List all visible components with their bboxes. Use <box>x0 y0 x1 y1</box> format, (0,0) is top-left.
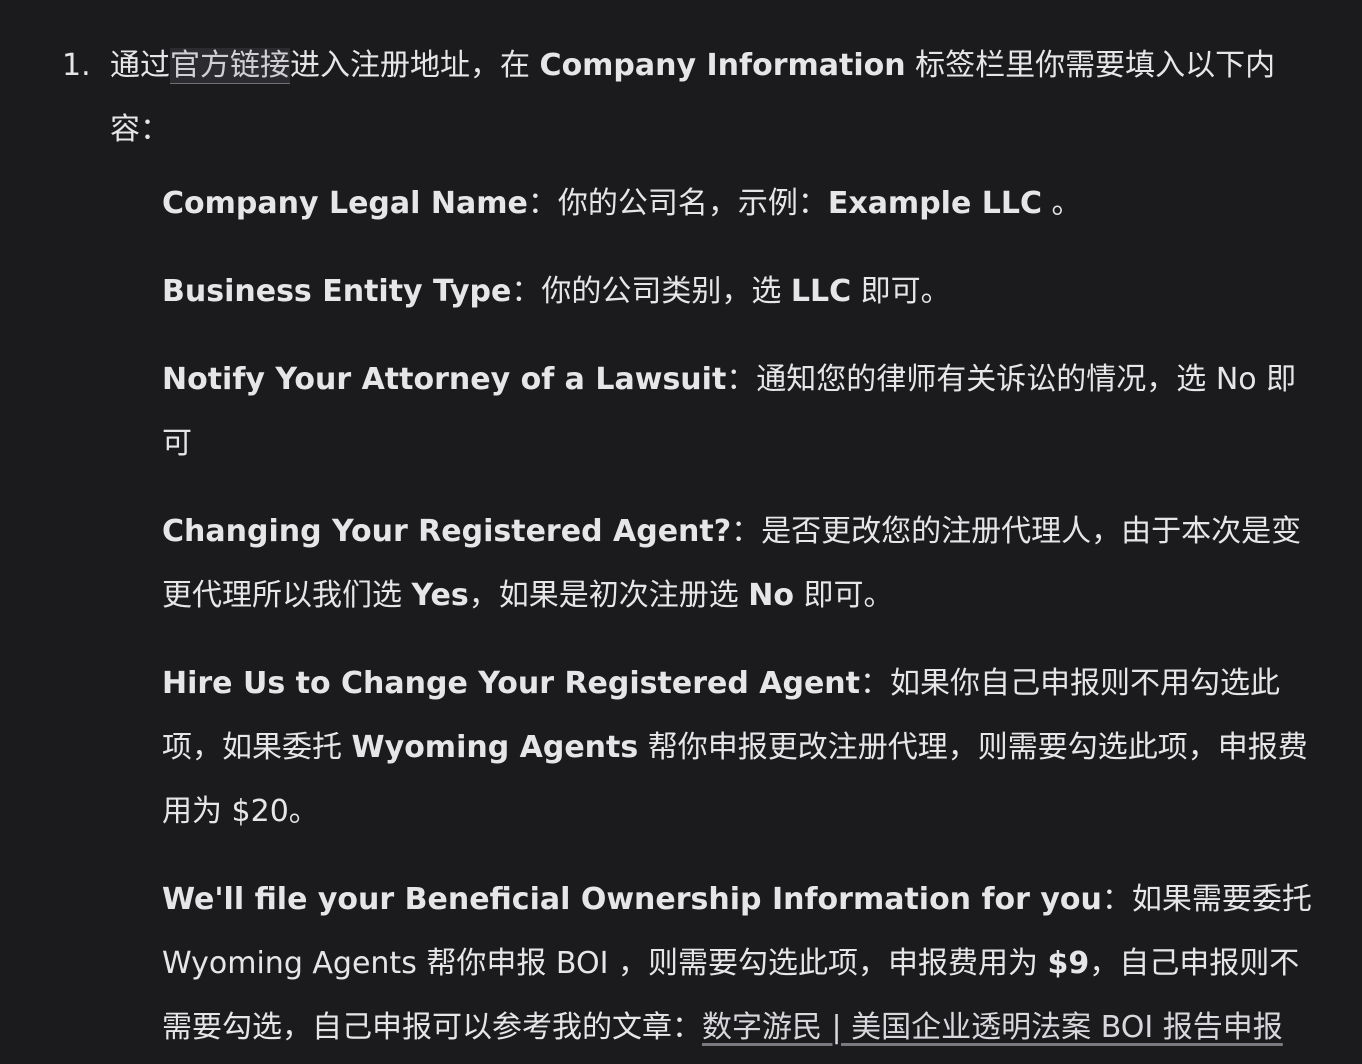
field-separator: ： <box>1101 882 1132 917</box>
field-list: Company Legal Name：你的公司名，示例：Example LLC … <box>162 172 1322 1060</box>
field-label: Changing Your Registered Agent? <box>162 514 732 549</box>
step-intro: 通过官方链接进入注册地址，在 Company Information 标签栏里你… <box>110 34 1310 162</box>
list-number: 1. <box>62 48 91 83</box>
field-item-hire-us: Hire Us to Change Your Registered Agent：… <box>162 652 1322 844</box>
field-item-business-entity-type: Business Entity Type：你的公司类别，选 LLC 即可。 <box>162 260 1322 324</box>
field-item-notify-attorney: Notify Your Attorney of a Lawsuit：通知您的律师… <box>162 348 1322 476</box>
field-desc-end: 即可。 <box>794 578 894 613</box>
field-separator: ： <box>731 514 762 549</box>
document: 1. 通过官方链接进入注册地址，在 Company Information 标签… <box>0 0 1362 1064</box>
article-link[interactable]: 数字游民 | 美国企业透明法案 BOI 报告申报 <box>702 1010 1283 1045</box>
field-example: Example LLC <box>827 186 1042 221</box>
field-value-no: No <box>748 578 794 613</box>
field-desc: 你的公司名，示例： <box>557 186 828 221</box>
field-value-yes: Yes <box>411 578 469 613</box>
field-item-changing-registered-agent: Changing Your Registered Agent?：是否更改您的注册… <box>162 500 1322 628</box>
official-link[interactable]: 官方链接 <box>170 48 290 84</box>
field-label: We'll file your Beneficial Ownership Inf… <box>162 882 1102 917</box>
field-label: Business Entity Type <box>162 274 512 309</box>
field-label: Notify Your Attorney of a Lawsuit <box>162 362 727 397</box>
field-item-company-legal-name: Company Legal Name：你的公司名，示例：Example LLC … <box>162 172 1322 236</box>
field-desc-end: 即可。 <box>851 274 951 309</box>
field-separator: ： <box>527 186 558 221</box>
field-desc-middle: ，如果是初次注册选 <box>468 578 749 613</box>
field-separator: ： <box>511 274 542 309</box>
field-desc-end: 。 <box>1042 186 1082 221</box>
field-separator: ： <box>726 362 757 397</box>
tab-name: Company Information <box>539 48 906 83</box>
field-desc: 你的公司类别，选 <box>541 274 791 309</box>
field-item-beneficial-ownership: We'll file your Beneficial Ownership Inf… <box>162 868 1322 1060</box>
fee-amount: $9 <box>1047 946 1090 981</box>
intro-text-after-link: 进入注册地址，在 <box>290 48 540 83</box>
ordered-list-item: 1. 通过官方链接进入注册地址，在 Company Information 标签… <box>62 34 1312 162</box>
agent-name: Wyoming Agents <box>351 730 639 765</box>
intro-text: 通过 <box>110 48 170 83</box>
field-separator: ： <box>860 666 890 701</box>
field-label: Company Legal Name <box>162 186 528 221</box>
field-value: LLC <box>790 274 852 309</box>
field-label: Hire Us to Change Your Registered Agent <box>162 666 860 701</box>
